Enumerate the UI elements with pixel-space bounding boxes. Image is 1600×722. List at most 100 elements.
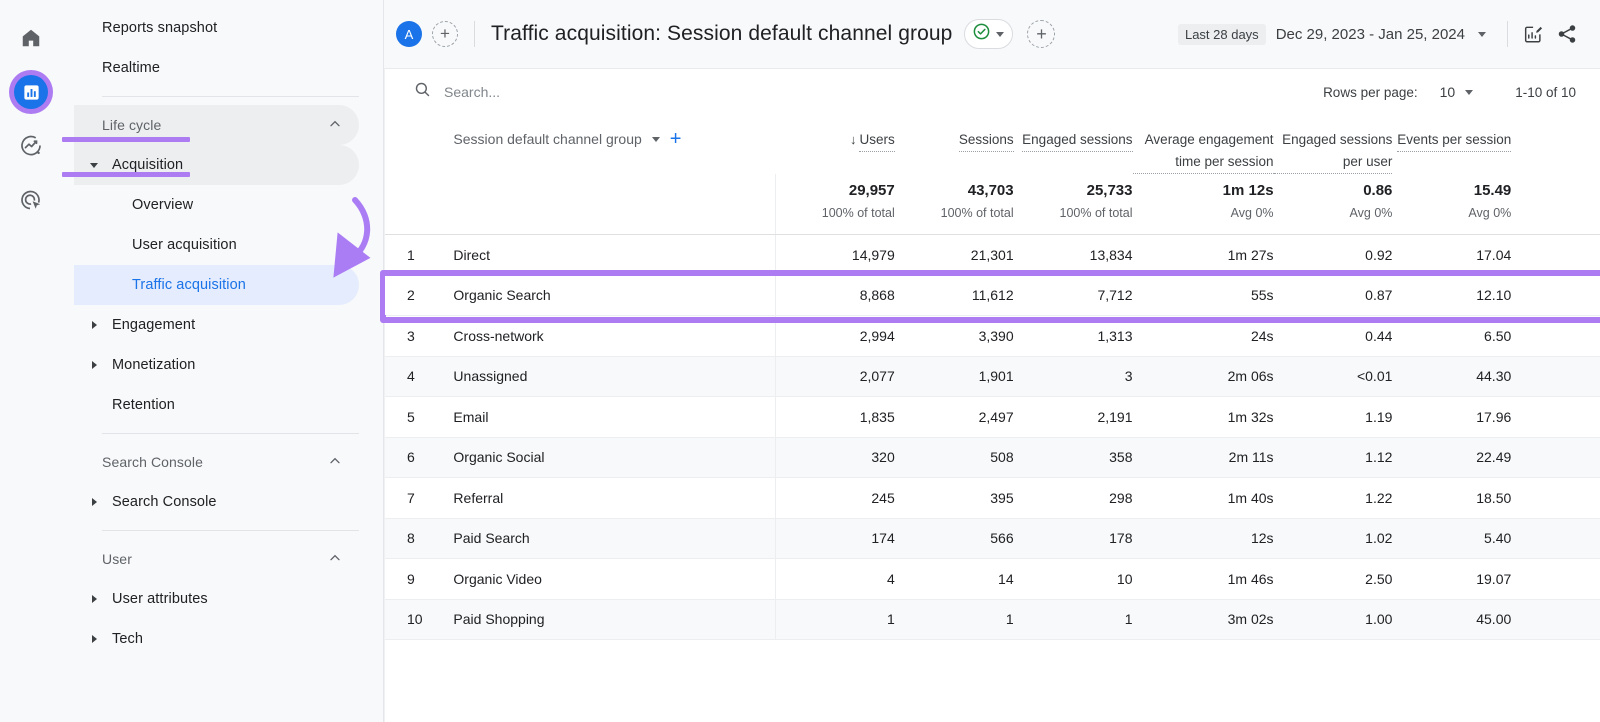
row-dimension[interactable]: Paid Shopping xyxy=(443,599,777,640)
sidebar-item-user-attributes[interactable]: User attributes xyxy=(74,579,359,619)
explore-icon[interactable] xyxy=(9,124,53,168)
edit-chart-icon[interactable] xyxy=(1516,17,1550,51)
sidebar-item-label: Realtime xyxy=(102,60,161,76)
row-dimension[interactable]: Direct xyxy=(443,234,777,276)
table-totals: 29,957 100% of total 43,703 100% of tota… xyxy=(385,174,1600,235)
table-row[interactable]: 5 Email 1,835 2,497 2,191 1m 32s 1.19 17.96 xyxy=(385,396,1600,438)
row-metric-cell: 45.00 xyxy=(1392,599,1512,640)
sidebar-item-retention[interactable]: Retention xyxy=(74,385,359,425)
table-row[interactable]: 1 Direct 14,979 21,301 13,834 1m 27s 0.92 17.04 xyxy=(385,234,1600,276)
reports-icon-inner xyxy=(14,75,48,109)
advertising-icon[interactable] xyxy=(9,178,53,222)
column-header-label: Average engagement time per session xyxy=(1132,129,1274,174)
row-spacer-cell xyxy=(1511,518,1600,559)
add-dimension-icon[interactable]: + xyxy=(670,129,682,149)
reports-icon[interactable] xyxy=(9,70,53,114)
row-dimension[interactable]: Cross-network xyxy=(443,315,777,357)
row-dimension[interactable]: Paid Search xyxy=(443,518,777,559)
sidebar-item-search-console[interactable]: Search Console xyxy=(74,482,359,522)
row-metric-cell: 2,077 xyxy=(775,356,895,397)
row-metric-cell: 2.50 xyxy=(1273,558,1393,600)
column-header-events-per-session[interactable]: Events per session xyxy=(1392,115,1512,174)
date-preset-chip[interactable]: Last 28 days xyxy=(1177,23,1266,45)
date-range-label[interactable]: Dec 29, 2023 - Jan 25, 2024 xyxy=(1276,26,1465,43)
sidebar-group-user[interactable]: User xyxy=(74,539,359,579)
row-metric-cell: 10 xyxy=(1013,558,1133,600)
add-segment-button[interactable]: + xyxy=(1027,20,1056,48)
comparison-status-pill[interactable] xyxy=(964,19,1014,49)
rows-per-page-label: Rows per page: xyxy=(1323,84,1418,100)
column-header-sessions[interactable]: Sessions xyxy=(895,115,1014,174)
table-row[interactable]: 6 Organic Social 320 508 358 2m 11s 1.12 22.49 xyxy=(385,437,1600,478)
sidebar-item-label: Overview xyxy=(132,197,194,213)
sort-descending-icon: ↓ xyxy=(849,132,857,147)
chevron-down-icon[interactable] xyxy=(651,136,660,142)
row-index: 9 xyxy=(385,558,444,600)
row-metric-cell: 320 xyxy=(775,437,895,478)
avatar[interactable]: A xyxy=(396,21,422,47)
add-comparison-button[interactable]: + xyxy=(432,21,458,47)
row-metric-cell: 395 xyxy=(894,477,1014,519)
table-row[interactable]: 4 Unassigned 2,077 1,901 3 2m 06s <0.01 44.30 xyxy=(385,356,1600,397)
table-row[interactable]: 8 Paid Search 174 566 178 12s 1.02 5.40 xyxy=(385,518,1600,559)
chevron-up-icon xyxy=(327,453,343,471)
search-input[interactable] xyxy=(444,84,744,100)
table-header-row: Session default channel group + ↓ Users S… xyxy=(385,115,1600,174)
row-dimension[interactable]: Organic Video xyxy=(443,558,777,600)
table-row[interactable]: 7 Referral 245 395 298 1m 40s 1.22 18.50 xyxy=(385,477,1600,519)
sidebar-item-monetization[interactable]: Monetization xyxy=(74,345,359,385)
index-header xyxy=(385,115,443,174)
icon-rail xyxy=(0,0,62,722)
sidebar-item-engagement[interactable]: Engagement xyxy=(74,305,359,345)
sidebar-group-search-console[interactable]: Search Console xyxy=(74,442,359,482)
table-row[interactable]: 10 Paid Shopping 1 1 1 3m 02s 1.00 45.00 xyxy=(385,599,1600,640)
row-dimension[interactable]: Unassigned xyxy=(443,356,777,397)
sidebar-item-tech[interactable]: Tech xyxy=(74,619,359,659)
row-metric-cell: 13,834 xyxy=(1013,234,1133,276)
row-metric-cell: 0.44 xyxy=(1273,315,1393,357)
row-metric-cell: 3m 02s xyxy=(1132,599,1274,640)
dimension-header: Session default channel group + xyxy=(443,115,775,174)
column-header-engaged-sessions-per-user[interactable]: Engaged sessions per user xyxy=(1273,115,1393,174)
totals-cell-events-per-session: 15.49 Avg 0% xyxy=(1392,174,1512,235)
caret-down-icon xyxy=(90,162,98,168)
totals-row: 29,957 100% of total 43,703 100% of tota… xyxy=(385,174,1600,235)
totals-subtext: 100% of total xyxy=(940,206,1014,220)
sidebar-item-traffic-acquisition[interactable]: Traffic acquisition xyxy=(74,265,359,305)
totals-spacer-cell xyxy=(1511,174,1600,235)
totals-value: 15.49 xyxy=(1473,182,1512,199)
row-metric-cell: 11,612 xyxy=(894,275,1014,316)
row-spacer-cell xyxy=(1511,356,1600,397)
sidebar-item-acquisition[interactable]: Acquisition xyxy=(74,145,359,185)
dimension-header-label[interactable]: Session default channel group xyxy=(453,131,641,147)
table-row[interactable]: 2 Organic Search 8,868 11,612 7,712 55s 0.87 12… xyxy=(385,275,1600,316)
column-header-engaged-sessions[interactable]: Engaged sessions xyxy=(1014,115,1133,174)
home-icon[interactable] xyxy=(9,16,53,60)
row-dimension[interactable]: Organic Social xyxy=(443,437,777,478)
row-dimension[interactable]: Referral xyxy=(443,477,777,519)
column-header-users[interactable]: ↓ Users xyxy=(776,115,895,174)
column-header-avg-engagement-time[interactable]: Average engagement time per session xyxy=(1132,115,1274,174)
row-index: 1 xyxy=(385,234,444,276)
search-area xyxy=(413,80,1323,104)
totals-dimension-cell xyxy=(443,174,777,235)
sidebar-item-reports-snapshot[interactable]: Reports snapshot xyxy=(74,8,359,48)
sidebar-item-user-acquisition[interactable]: User acquisition xyxy=(74,225,359,265)
row-dimension[interactable]: Email xyxy=(443,396,777,438)
sidebar-item-realtime[interactable]: Realtime xyxy=(74,48,359,88)
row-dimension[interactable]: Organic Search xyxy=(443,275,777,316)
date-range-dropdown-icon[interactable] xyxy=(1465,17,1499,51)
analytics-app: Reports snapshot Realtime Life cycle Acq… xyxy=(0,0,1600,722)
row-metric-cell: 24s xyxy=(1132,315,1274,357)
share-icon[interactable] xyxy=(1550,17,1584,51)
sidebar-item-overview[interactable]: Overview xyxy=(74,185,359,225)
totals-cell-engaged-sessions: 25,733 100% of total xyxy=(1013,174,1133,235)
row-metric-cell: 4 xyxy=(775,558,895,600)
rows-per-page-control[interactable]: Rows per page: 10 xyxy=(1323,84,1474,100)
chevron-down-icon xyxy=(1478,31,1486,37)
check-circle-icon xyxy=(972,22,991,46)
row-metric-cell: 358 xyxy=(1013,437,1133,478)
row-spacer-cell xyxy=(1511,437,1600,478)
table-row[interactable]: 9 Organic Video 4 14 10 1m 46s 2.50 19.07 xyxy=(385,558,1600,600)
table-row[interactable]: 3 Cross-network 2,994 3,390 1,313 24s 0.44 6.50 xyxy=(385,315,1600,357)
